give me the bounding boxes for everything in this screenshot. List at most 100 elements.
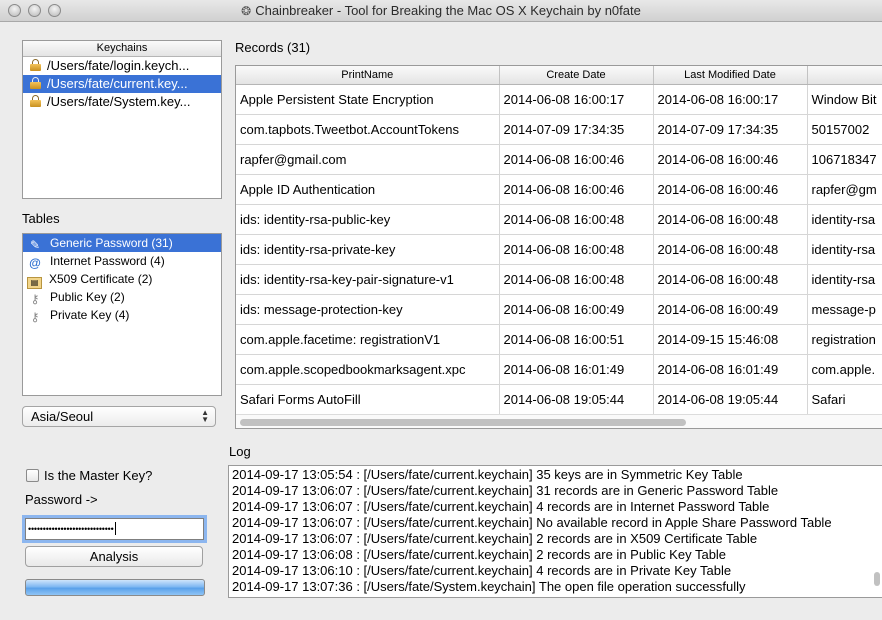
- cell-last-modified: 2014-06-08 16:00:48: [653, 234, 808, 265]
- table-row[interactable]: Apple Persistent State Encryption 2014-06…: [236, 84, 882, 115]
- master-key-checkbox[interactable]: [26, 469, 39, 482]
- cell-create-date: 2014-06-08 16:00:17: [499, 84, 654, 115]
- log-line: 2014-09-17 13:05:54 : [/Users/fate/curre…: [232, 467, 743, 482]
- table-row[interactable]: com.apple.facetime: registrationV1 2014-0…: [236, 324, 882, 355]
- keychains-list: Keychains /Users/fate/login.keych... /Us…: [22, 40, 222, 199]
- log-panel[interactable]: 2014-09-17 13:05:54 : [/Users/fate/curre…: [228, 465, 882, 598]
- lock-icon: [30, 59, 41, 71]
- cell-last-modified: 2014-06-08 16:00:46: [653, 144, 808, 175]
- at-icon: @: [29, 256, 41, 270]
- timezone-value: Asia/Seoul: [31, 409, 94, 424]
- table-item-private-key[interactable]: ⚷ Private Key (4): [23, 306, 221, 324]
- keychain-item-login[interactable]: /Users/fate/login.keych...: [23, 57, 221, 75]
- records-table: PrintName Create Date Last Modified Date…: [236, 66, 882, 415]
- cell-extra: 50157002: [807, 114, 882, 145]
- table-row[interactable]: Safari Forms AutoFill 2014-06-08 19:05:44…: [236, 384, 882, 415]
- tables-list: ✎ Generic Password (31) @ Internet Passwor…: [22, 233, 222, 396]
- cell-extra: identity-rsa: [807, 234, 882, 265]
- timezone-select[interactable]: Asia/Seoul ▲ ▼: [22, 406, 216, 427]
- text-caret: [114, 522, 116, 535]
- cell-printname: ids: identity-rsa-key-pair-signature-v1: [236, 264, 500, 295]
- analysis-button[interactable]: Analysis: [25, 546, 203, 567]
- title-bar: ❂ Chainbreaker - Tool for Breaking the Ma…: [0, 0, 882, 22]
- cell-create-date: 2014-06-08 16:00:46: [499, 144, 654, 175]
- cell-extra: Window Bit: [807, 84, 882, 115]
- table-item-internet-password[interactable]: @ Internet Password (4): [23, 252, 221, 270]
- keychain-item-label: /Users/fate/login.keych...: [47, 58, 190, 73]
- pen-icon: ✎: [29, 238, 41, 252]
- column-header-last-modified-date[interactable]: Last Modified Date: [653, 66, 808, 85]
- table-item-label: Generic Password (31): [50, 236, 173, 250]
- keychain-item-label: /Users/fate/System.key...: [47, 94, 191, 109]
- cell-extra: Safari: [807, 384, 882, 415]
- cell-last-modified: 2014-06-08 16:00:49: [653, 294, 808, 325]
- log-line: 2014-09-17 13:06:07 : [/Users/fate/curre…: [232, 531, 758, 546]
- table-item-label: Public Key (2): [50, 290, 125, 304]
- log-line: 2014-09-17 13:07:36 : [/Users/fate/Syste…: [232, 579, 746, 594]
- lock-icon: [30, 95, 41, 107]
- log-line: 2014-09-17 13:06:07 : [/Users/fate/curre…: [232, 499, 770, 514]
- key-icon: ⚷: [30, 310, 40, 324]
- table-row[interactable]: Apple ID Authentication 2014-06-08 16:00:…: [236, 174, 882, 205]
- records-horizontal-scrollbar[interactable]: [236, 414, 882, 428]
- log-lines: 2014-09-17 13:05:54 : [/Users/fate/curre…: [229, 467, 832, 595]
- table-row[interactable]: com.tapbots.Tweetbot.AccountTokens 2014-0…: [236, 114, 882, 145]
- log-vertical-scrollbar[interactable]: [874, 572, 880, 586]
- table-item-x509-certificate[interactable]: ▤ X509 Certificate (2): [23, 270, 221, 289]
- cell-create-date: 2014-06-08 16:00:51: [499, 324, 654, 355]
- cell-last-modified: 2014-06-08 16:01:49: [653, 354, 808, 385]
- table-item-label: Internet Password (4): [50, 254, 165, 268]
- table-row[interactable]: ids: identity-rsa-private-key 2014-06-08 …: [236, 234, 882, 265]
- log-label: Log: [229, 444, 251, 459]
- cell-extra: message-p: [807, 294, 882, 325]
- tables-label: Tables: [22, 211, 60, 226]
- keychains-header[interactable]: Keychains: [23, 41, 221, 57]
- table-item-label: X509 Certificate (2): [49, 272, 153, 286]
- select-arrows-icon: ▲ ▼: [201, 408, 209, 424]
- table-item-public-key[interactable]: ⚷ Public Key (2): [23, 288, 221, 306]
- keychain-item-system[interactable]: /Users/fate/System.key...: [23, 93, 221, 111]
- cell-last-modified: 2014-09-15 15:46:08: [653, 324, 808, 355]
- cell-extra: com.apple.: [807, 354, 882, 385]
- table-row[interactable]: rapfer@gmail.com 2014-06-08 16:00:46 2014-…: [236, 144, 882, 175]
- cell-printname: ids: identity-rsa-public-key: [236, 204, 500, 235]
- cell-last-modified: 2014-06-08 16:00:17: [653, 84, 808, 115]
- cell-extra: rapfer@gm: [807, 174, 882, 205]
- cell-last-modified: 2014-06-08 16:00:48: [653, 204, 808, 235]
- cell-printname: Apple ID Authentication: [236, 174, 500, 205]
- cell-create-date: 2014-06-08 16:01:49: [499, 354, 654, 385]
- cell-create-date: 2014-07-09 17:34:35: [499, 114, 654, 145]
- table-row[interactable]: ids: identity-rsa-key-pair-signature-v1 2…: [236, 264, 882, 295]
- password-label: Password ->: [25, 492, 98, 507]
- cell-extra: 106718347: [807, 144, 882, 175]
- scrollbar-thumb[interactable]: [240, 419, 686, 426]
- cell-printname: Apple Persistent State Encryption: [236, 84, 500, 115]
- keychain-item-current[interactable]: /Users/fate/current.key...: [23, 75, 221, 93]
- window-title: ❂ Chainbreaker - Tool for Breaking the Ma…: [0, 3, 882, 18]
- column-header-extra[interactable]: [807, 66, 882, 85]
- table-item-generic-password[interactable]: ✎ Generic Password (31): [23, 234, 221, 252]
- master-key-label[interactable]: Is the Master Key?: [44, 468, 152, 483]
- keychain-item-label: /Users/fate/current.key...: [47, 76, 188, 91]
- table-row[interactable]: com.apple.scopedbookmarksagent.xpc 2014-0…: [236, 354, 882, 385]
- lock-icon: [30, 77, 41, 89]
- cell-create-date: 2014-06-08 16:00:46: [499, 174, 654, 205]
- records-header-row: PrintName Create Date Last Modified Date: [236, 66, 882, 85]
- log-line: 2014-09-17 13:06:07 : [/Users/fate/curre…: [232, 483, 779, 498]
- password-field[interactable]: •••••••••••••••••••••••••••••: [25, 518, 204, 540]
- cell-printname: Safari Forms AutoFill: [236, 384, 500, 415]
- cell-create-date: 2014-06-08 16:00:48: [499, 264, 654, 295]
- table-row[interactable]: ids: identity-rsa-public-key 2014-06-08 1…: [236, 204, 882, 235]
- column-header-create-date[interactable]: Create Date: [499, 66, 654, 85]
- table-row[interactable]: ids: message-protection-key 2014-06-08 16…: [236, 294, 882, 325]
- column-header-printname[interactable]: PrintName: [236, 66, 500, 85]
- records-table-container: PrintName Create Date Last Modified Date…: [235, 65, 882, 429]
- cell-last-modified: 2014-06-08 19:05:44: [653, 384, 808, 415]
- cell-last-modified: 2014-06-08 16:00:46: [653, 174, 808, 205]
- log-line: 2014-09-17 13:06:07 : [/Users/fate/curre…: [232, 515, 832, 530]
- cell-create-date: 2014-06-08 19:05:44: [499, 384, 654, 415]
- password-masked-value: •••••••••••••••••••••••••••••: [28, 524, 114, 534]
- cell-create-date: 2014-06-08 16:00:48: [499, 204, 654, 235]
- cell-create-date: 2014-06-08 16:00:49: [499, 294, 654, 325]
- cell-create-date: 2014-06-08 16:00:48: [499, 234, 654, 265]
